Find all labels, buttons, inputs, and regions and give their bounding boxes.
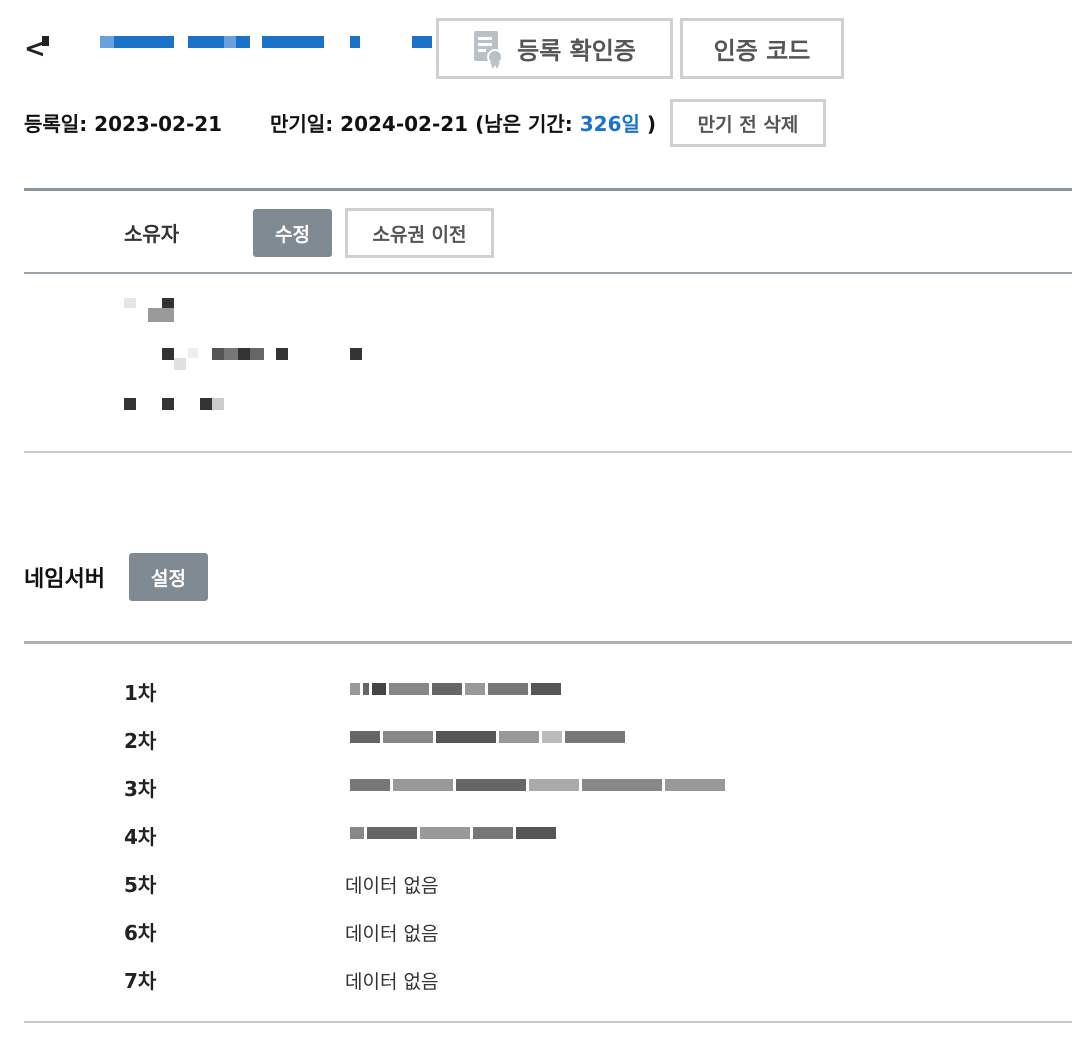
early-delete-button-label: 만기 전 삭제 xyxy=(697,113,799,136)
nameserver-row-3: 3차 xyxy=(0,773,1072,821)
nameserver-row-1: 1차 xyxy=(0,677,1072,725)
nameserver-settings-button[interactable]: 설정 xyxy=(129,553,208,601)
nameserver-title: 네임서버 xyxy=(24,567,105,592)
domain-name-redacted xyxy=(100,36,432,48)
back-icon-mark xyxy=(42,36,49,46)
owner-section-label: 소유자 xyxy=(124,222,180,246)
nameserver-bottom-divider xyxy=(24,1021,1072,1023)
remaining-days: 326일 xyxy=(579,112,640,136)
registration-certificate-button[interactable]: 등록 확인증 xyxy=(436,18,673,79)
nameserver-row-2: 2차 xyxy=(0,725,1072,773)
nameserver-row-label: 5차 xyxy=(124,873,157,897)
nameserver-value-redacted xyxy=(350,731,625,745)
expiry-date-label: 만기일: xyxy=(270,112,334,136)
registration-date-label: 등록일: xyxy=(24,112,88,136)
owner-bottom-divider xyxy=(24,451,1072,453)
certificate-icon xyxy=(473,29,504,69)
nameserver-row-6: 6차 데이터 없음 xyxy=(0,917,1072,965)
nameserver-value: 데이터 없음 xyxy=(345,923,439,945)
nameserver-row-5: 5차 데이터 없음 xyxy=(0,869,1072,917)
owner-name-redacted xyxy=(124,296,184,326)
owner-edit-button-label: 수정 xyxy=(275,223,310,246)
nameserver-row-label: 1차 xyxy=(124,681,157,705)
nameserver-row-label: 4차 xyxy=(124,825,157,849)
owner-edit-button[interactable]: 수정 xyxy=(253,209,332,257)
registration-date: 등록일: 2023-02-21 xyxy=(24,108,222,137)
nameserver-value-redacted xyxy=(350,827,556,841)
nameserver-row-label: 7차 xyxy=(124,969,157,993)
nameserver-row-label: 3차 xyxy=(124,777,157,801)
early-delete-button[interactable]: 만기 전 삭제 xyxy=(670,99,826,147)
owner-top-divider xyxy=(24,188,1072,191)
expiry-date-value: 2024-02-21 xyxy=(340,112,469,136)
owner-header-divider xyxy=(24,272,1072,274)
nameserver-value-redacted xyxy=(350,779,725,793)
nameserver-value-redacted xyxy=(350,683,561,697)
nameserver-value: 데이터 없음 xyxy=(345,971,439,993)
certificate-button-label: 등록 확인증 xyxy=(517,37,636,65)
nameserver-row-label: 6차 xyxy=(124,921,157,945)
owner-address-redacted xyxy=(124,346,374,372)
nameserver-row-label: 2차 xyxy=(124,729,157,753)
nameserver-row-4: 4차 xyxy=(0,821,1072,869)
auth-code-button-label: 인증 코드 xyxy=(713,37,811,65)
nameserver-value: 데이터 없음 xyxy=(345,875,439,897)
remaining-period-prefix: (남은 기간: xyxy=(475,112,573,136)
nameserver-settings-button-label: 설정 xyxy=(151,567,186,590)
registration-date-value: 2023-02-21 xyxy=(94,112,223,136)
ownership-transfer-button-label: 소유권 이전 xyxy=(372,223,467,246)
expiry-date: 만기일: 2024-02-21 (남은 기간: 326일 ) xyxy=(270,108,656,137)
remaining-period-suffix: ) xyxy=(646,112,657,136)
auth-code-button[interactable]: 인증 코드 xyxy=(680,18,844,79)
ownership-transfer-button[interactable]: 소유권 이전 xyxy=(345,208,494,258)
owner-contact-redacted xyxy=(124,398,234,412)
nameserver-top-divider xyxy=(24,641,1072,644)
nameserver-row-7: 7차 데이터 없음 xyxy=(0,965,1072,1013)
